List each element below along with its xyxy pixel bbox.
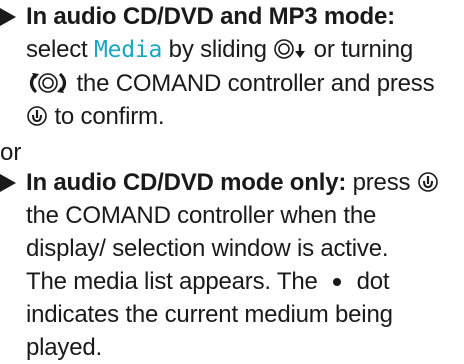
slide-down-controller-icon [273,38,307,60]
current-medium-dot-icon [324,270,350,292]
press-controller-icon [417,171,439,193]
step-2-text-part: press [346,169,417,196]
step-bullet-icon [0,174,16,192]
step-1-lead: In audio CD/DVD and MP3 mode: [26,3,395,30]
press-controller-icon [26,105,48,127]
instruction-page: In audio CD/DVD and MP3 mode: select Med… [0,0,464,361]
step-bullet-icon [0,8,16,26]
step-2-lead: In audio CD/DVD mode only: [26,169,347,196]
step-2-text-part: the COMAND controller when the display/ … [26,202,389,262]
step-1-text-part: select [26,36,94,63]
step-2-text: In audio CD/DVD mode only: press the COM… [26,166,462,364]
step-1-text: In audio CD/DVD and MP3 mode: select Med… [26,0,462,133]
or-separator: or [0,139,22,166]
turn-controller-icon [26,72,70,94]
step-1-text-part: by sliding [162,36,274,63]
step-1-text-part: or turning [307,36,414,63]
step-1-text-part: the COMAND controller and press [70,70,435,97]
step-1-text-part: to confirm. [48,103,165,130]
step-2-result-text: The media list appears. The [26,268,325,295]
media-keyword: Media [93,37,163,63]
